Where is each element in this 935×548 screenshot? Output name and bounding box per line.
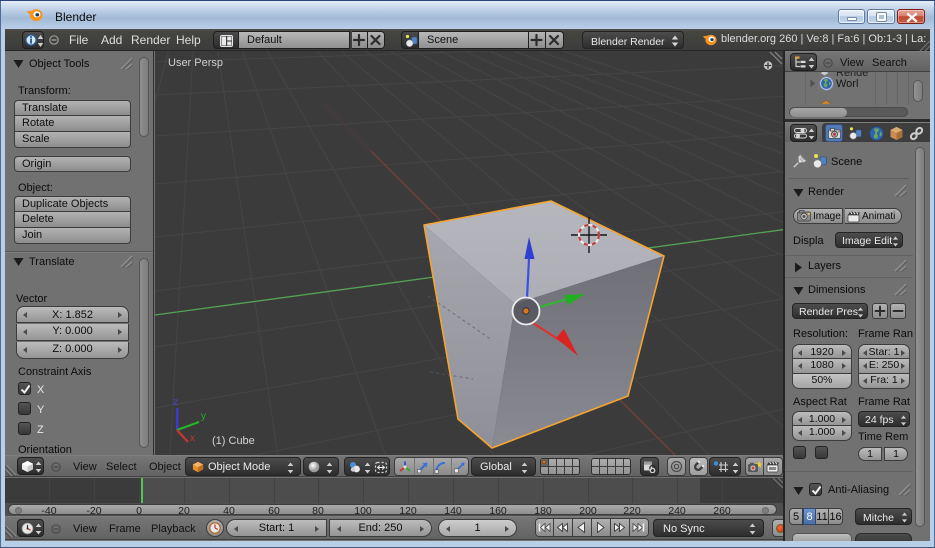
svg-text:y: y (201, 411, 206, 422)
svg-text:x: x (190, 433, 195, 444)
svg-text:z: z (173, 397, 178, 408)
